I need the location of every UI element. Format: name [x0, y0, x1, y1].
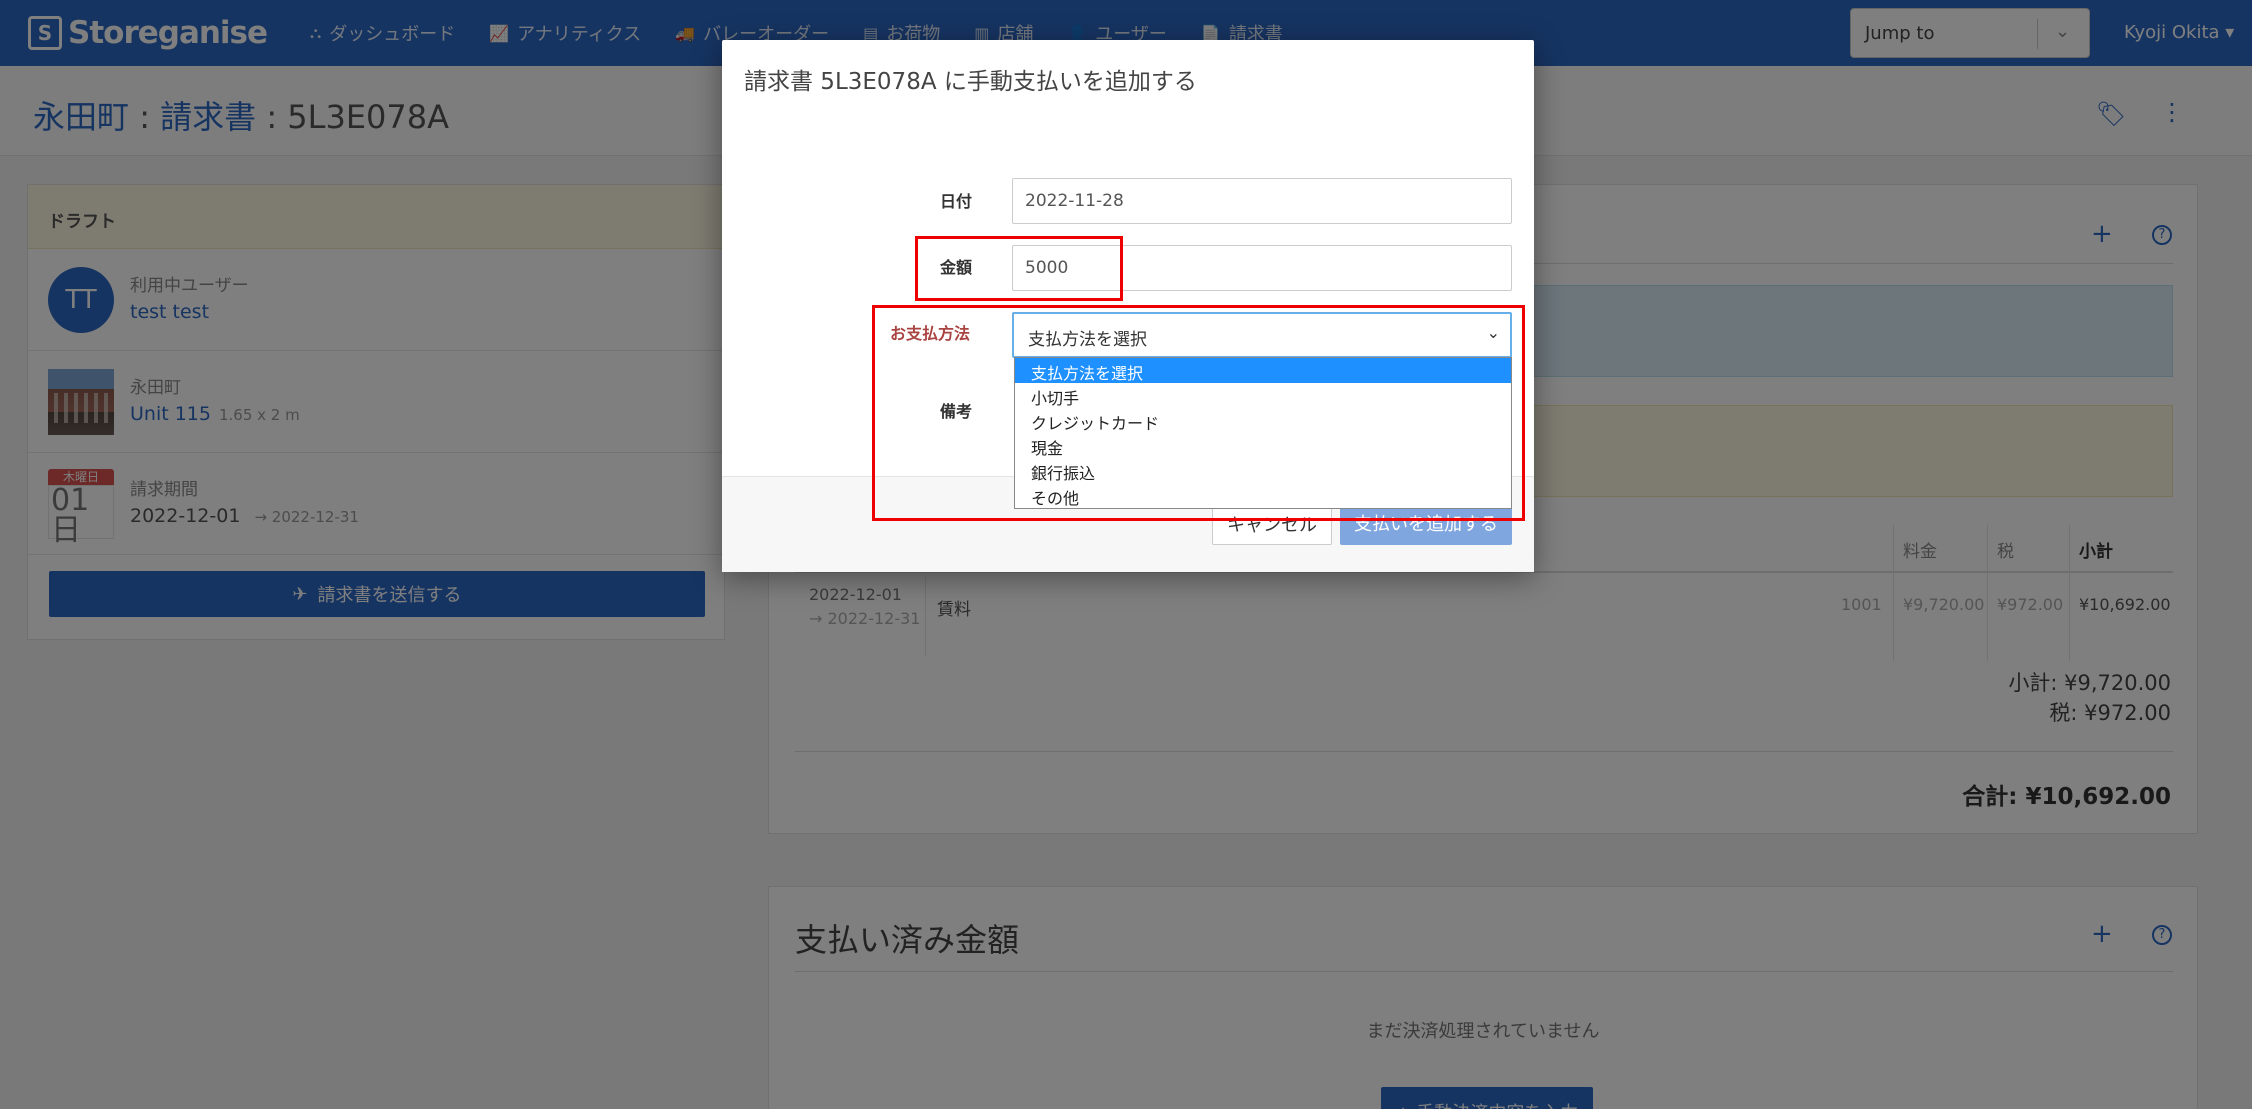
amount-label: 金額 [940, 258, 973, 277]
option-placeholder[interactable]: 支払方法を選択 [1015, 358, 1511, 383]
date-field[interactable]: 2022-11-28 [1012, 178, 1512, 224]
notes-label: 備考 [940, 402, 973, 421]
payment-method-options: 支払方法を選択 小切手 クレジットカード 現金 銀行振込 その他 [1014, 357, 1512, 509]
date-label: 日付 [940, 192, 973, 211]
payment-method-value: 支払方法を選択 [1028, 330, 1147, 350]
option-cash[interactable]: 現金 [1015, 433, 1511, 458]
payment-method-label: お支払方法 [890, 324, 971, 343]
payment-method-select[interactable]: 支払方法を選択 ⌄ [1012, 312, 1512, 358]
modal-title: 請求書 5L3E078A に手動支払いを追加する [744, 69, 1197, 95]
option-credit-card[interactable]: クレジットカード [1015, 408, 1511, 433]
option-other[interactable]: その他 [1015, 483, 1511, 508]
amount-field[interactable]: 5000 [1012, 245, 1512, 291]
option-bank-transfer[interactable]: 銀行振込 [1015, 458, 1511, 483]
option-check[interactable]: 小切手 [1015, 383, 1511, 408]
chevron-down-icon: ⌄ [1486, 323, 1500, 342]
